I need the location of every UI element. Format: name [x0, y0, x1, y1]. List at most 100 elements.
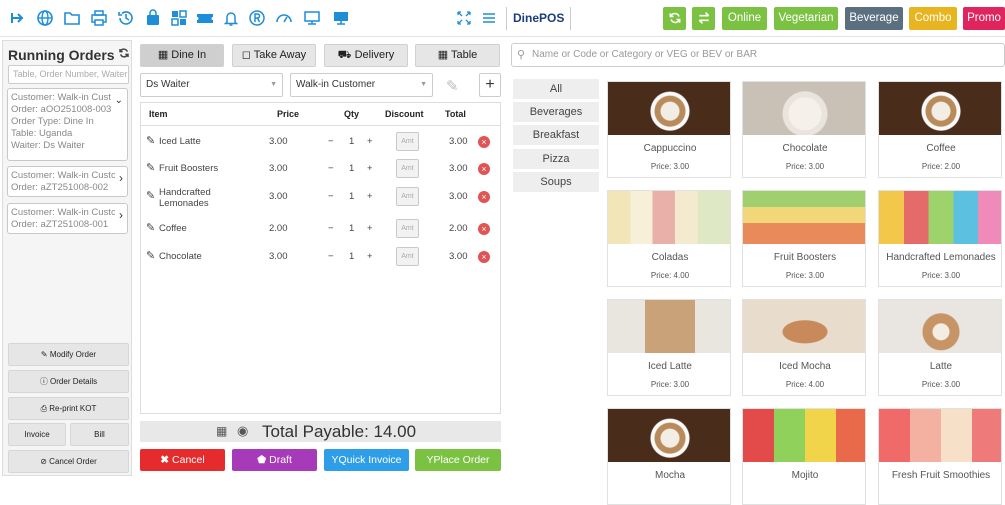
bell-icon[interactable]: [222, 9, 240, 27]
logout-icon[interactable]: [9, 9, 27, 27]
qty-plus-button[interactable]: +: [367, 251, 373, 262]
order-items-table: Item Price Qty Discount Total ✎ Iced Lat…: [140, 102, 501, 414]
swap-button[interactable]: [692, 7, 715, 30]
product-card-mojito[interactable]: Mojito: [742, 408, 866, 505]
folder-icon[interactable]: [63, 9, 81, 27]
discount-input[interactable]: Amt: [396, 219, 419, 238]
dashboard-icon[interactable]: [275, 9, 293, 27]
menu-icon[interactable]: [480, 9, 498, 27]
product-card-handcrafted-lemonades[interactable]: Handcrafted Lemonades Price: 3.00: [878, 190, 1002, 287]
tab-dine-in[interactable]: ▦ Dine In: [140, 44, 224, 67]
product-card-cappuccino[interactable]: Cappuccino Price: 3.00: [607, 81, 731, 178]
qty-plus-button[interactable]: +: [367, 191, 373, 202]
product-card-coladas[interactable]: Coladas Price: 4.00: [607, 190, 731, 287]
order-search-input[interactable]: Table, Order Number, Waiter: [8, 65, 129, 84]
product-card-iced-mocha[interactable]: Iced Mocha Price: 4.00: [742, 299, 866, 396]
history-icon[interactable]: [117, 9, 135, 27]
remove-item-icon[interactable]: ×: [478, 223, 490, 235]
vegetarian-filter-button[interactable]: Vegetarian: [774, 7, 838, 30]
calendar-icon[interactable]: ▦: [216, 424, 227, 438]
qty-plus-button[interactable]: +: [367, 136, 373, 147]
category-soups[interactable]: Soups: [513, 172, 599, 192]
running-order-card[interactable]: Customer: Walk-in Customer Order: aZT251…: [7, 166, 128, 197]
chevron-right-icon[interactable]: ›: [119, 172, 123, 184]
edit-customer-icon[interactable]: ✎: [446, 77, 459, 95]
online-filter-button[interactable]: Online: [722, 7, 767, 30]
refresh-orders-icon[interactable]: [118, 46, 130, 58]
tab-take-away[interactable]: ◻ Take Away: [232, 44, 316, 67]
edit-item-icon[interactable]: ✎: [146, 249, 155, 262]
ticket-icon[interactable]: [196, 9, 214, 27]
product-card-latte[interactable]: Latte Price: 3.00: [878, 299, 1002, 396]
fullscreen-icon[interactable]: [455, 9, 473, 27]
category-all[interactable]: All: [513, 79, 599, 99]
remove-item-icon[interactable]: ×: [478, 163, 490, 175]
edit-item-icon[interactable]: ✎: [146, 221, 155, 234]
registered-icon[interactable]: [248, 9, 266, 27]
cancel-order-button[interactable]: ⊘ Cancel Order: [8, 450, 129, 473]
place-order-button[interactable]: ΥPlace Order: [415, 449, 501, 471]
edit-item-icon[interactable]: ✎: [146, 161, 155, 174]
qty-minus-button[interactable]: −: [328, 136, 334, 147]
tab-table[interactable]: ▦ Table: [415, 44, 500, 67]
remove-item-icon[interactable]: ×: [478, 251, 490, 263]
display-icon[interactable]: [332, 9, 350, 27]
refresh-button[interactable]: [663, 7, 686, 30]
printer-icon[interactable]: [90, 9, 108, 27]
customer-select[interactable]: Walk-in Customer ▼: [290, 73, 433, 97]
product-card-coffee[interactable]: Coffee Price: 2.00: [878, 81, 1002, 178]
waiter-select[interactable]: Ds Waiter ▼: [140, 73, 283, 97]
monitor-icon[interactable]: [303, 9, 321, 27]
draft-button[interactable]: ⬟ Draft: [232, 449, 317, 471]
qty-minus-button[interactable]: −: [328, 163, 334, 174]
discount-input[interactable]: Amt: [396, 247, 419, 266]
qty-minus-button[interactable]: −: [328, 191, 334, 202]
qty-plus-button[interactable]: +: [367, 223, 373, 234]
menu-panel: ⚲ Name or Code or Category or VEG or BEV…: [508, 40, 1005, 505]
order-details-button[interactable]: ⓘ Order Details: [8, 370, 129, 393]
product-card-chocolate[interactable]: Chocolate Price: 3.00: [742, 81, 866, 178]
qty-minus-button[interactable]: −: [328, 251, 334, 262]
bill-button[interactable]: Bill: [70, 423, 129, 446]
product-card-mocha[interactable]: Mocha: [607, 408, 731, 505]
tab-delivery[interactable]: ⛟ Delivery: [324, 44, 408, 67]
quick-invoice-button[interactable]: ΥQuick Invoice: [324, 449, 409, 471]
running-order-card[interactable]: Customer: Walk-in Customer Order: aOO251…: [7, 88, 128, 161]
category-beverages[interactable]: Beverages: [513, 102, 599, 122]
globe-icon[interactable]: [36, 9, 54, 27]
invoice-button[interactable]: Invoice: [8, 423, 66, 446]
reprint-kot-button[interactable]: ⎙ Re-print KOT: [8, 397, 129, 420]
remove-item-icon[interactable]: ×: [478, 191, 490, 203]
discount-input[interactable]: Amt: [396, 187, 419, 206]
chevron-down-icon[interactable]: ⌄: [115, 95, 123, 107]
remove-item-icon[interactable]: ×: [478, 136, 490, 148]
edit-item-icon[interactable]: ✎: [146, 134, 155, 147]
discount-input[interactable]: Amt: [396, 132, 419, 151]
edit-item-icon[interactable]: ✎: [146, 189, 155, 202]
cancel-button[interactable]: ✖ Cancel: [140, 449, 225, 471]
add-customer-button[interactable]: +: [479, 73, 501, 97]
order-panel: ▦ Dine In ◻ Take Away ⛟ Delivery ▦ Table…: [138, 40, 502, 476]
product-search-input[interactable]: ⚲ Name or Code or Category or VEG or BEV…: [511, 43, 1005, 67]
category-pizza[interactable]: Pizza: [513, 149, 599, 169]
combo-filter-button[interactable]: Combo: [909, 7, 957, 30]
beverage-filter-button[interactable]: Beverage: [845, 7, 903, 30]
product-card-fresh-fruit-smoothies[interactable]: Fresh Fruit Smoothies: [878, 408, 1002, 505]
category-breakfast[interactable]: Breakfast: [513, 125, 599, 145]
running-order-card[interactable]: Customer: Walk-in Customer Order: aZT251…: [7, 203, 128, 234]
header-price: Price: [277, 109, 300, 119]
grid-icon[interactable]: [170, 9, 188, 27]
order-number: Order: aOO251008-003: [11, 104, 112, 115]
qty-minus-button[interactable]: −: [328, 223, 334, 234]
product-card-iced-latte[interactable]: Iced Latte Price: 3.00: [607, 299, 731, 396]
customer-value: Walk-in Customer: [296, 79, 376, 90]
close-icon: ✖: [160, 454, 170, 466]
shopping-bag-icon[interactable]: [144, 9, 162, 27]
product-card-fruit-boosters[interactable]: Fruit Boosters Price: 3.00: [742, 190, 866, 287]
discount-input[interactable]: Amt: [396, 159, 419, 178]
chevron-right-icon[interactable]: ›: [119, 209, 123, 221]
promo-filter-button[interactable]: Promo: [963, 7, 1005, 30]
modify-order-button[interactable]: ✎ Modify Order: [8, 343, 129, 366]
eye-icon[interactable]: ◉: [237, 423, 248, 439]
qty-plus-button[interactable]: +: [367, 163, 373, 174]
